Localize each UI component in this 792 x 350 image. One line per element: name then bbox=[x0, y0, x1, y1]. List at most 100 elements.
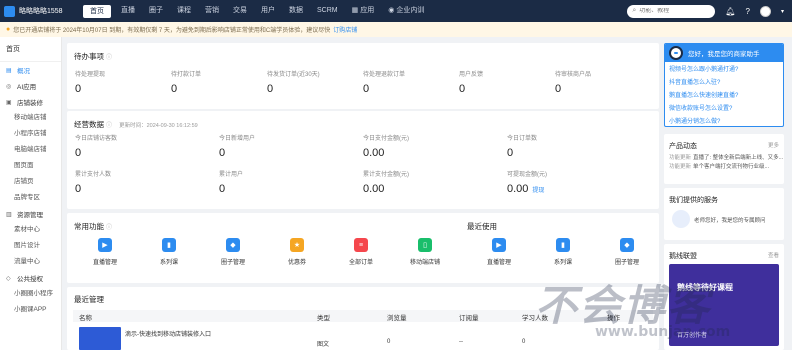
stat-label: 累计用户 bbox=[219, 172, 244, 178]
faq-link[interactable]: 视频号怎么跟小鹅通打通? bbox=[665, 64, 783, 77]
news-text: 单个客户端打交流刊物行业级... bbox=[693, 164, 770, 170]
business-stat: 累计用户 0 bbox=[219, 169, 243, 195]
avatar[interactable] bbox=[759, 5, 771, 17]
help-icon[interactable]: ? bbox=[746, 7, 750, 16]
search-input[interactable] bbox=[639, 8, 710, 14]
nav-item-4[interactable]: 营销 bbox=[198, 0, 226, 22]
brand[interactable]: 略略略略1558 bbox=[0, 5, 80, 17]
sidebar-subitem[interactable]: 电脑端店铺 bbox=[0, 142, 61, 158]
product-news-card: 产品动态 更多 功能更新 直播了: 整体全新后端新上线、又多... 功能更新 单个客户… bbox=[664, 134, 784, 184]
sidebar-subitem[interactable]: 品牌专区 bbox=[0, 190, 61, 206]
tool-live[interactable]: ▶ 直播管理 bbox=[467, 238, 531, 266]
stat-value: 0 bbox=[267, 83, 274, 95]
group-icon: ◆ bbox=[620, 238, 634, 252]
tool-group[interactable]: ◆ 圈子管理 bbox=[201, 238, 265, 266]
sidebar-subitem[interactable]: 小圈圈小程序 bbox=[0, 286, 61, 302]
nav-item-8[interactable]: SCRM bbox=[310, 0, 345, 22]
nav-item-5[interactable]: 交易 bbox=[226, 0, 254, 22]
tool-coupon[interactable]: ★ 优惠券 bbox=[265, 238, 329, 266]
nav-label: 企业内训 bbox=[396, 7, 425, 14]
todo-stat[interactable]: 待发货订单(近30天) 0 bbox=[267, 69, 320, 95]
todo-title: 待办事项 bbox=[74, 52, 104, 61]
faq-link[interactable]: 微信收款账号怎么设置? bbox=[665, 103, 783, 116]
nav-item-3[interactable]: 课程 bbox=[170, 0, 198, 22]
business-stat: 今日店铺访客数 0 bbox=[75, 133, 117, 159]
assistant-panel: 您好，我是您的商家助手 视频号怎么跟小鹅通打通? 抖音直播怎么入驻? 鹅直播怎么快速… bbox=[664, 43, 784, 127]
nav-item-9[interactable]: ▦ 应用 bbox=[345, 0, 382, 22]
tool-label: 系列课 bbox=[159, 260, 178, 266]
table-column-header: 订阅量 bbox=[459, 315, 479, 322]
help-circle-icon[interactable]: ⓘ bbox=[106, 225, 112, 231]
stat-number: 0 bbox=[75, 183, 82, 195]
school-more-link[interactable]: 查看 bbox=[768, 251, 779, 259]
sidebar-subitem[interactable]: 流量中心 bbox=[0, 254, 61, 270]
news-item[interactable]: 功能更新 直播了: 整体全新后端新上线、又多... bbox=[664, 154, 784, 163]
stat-label: 累计支付金额(元) bbox=[363, 172, 409, 178]
nav-item-0[interactable]: 首页 bbox=[83, 4, 111, 18]
sidebar-item-1[interactable]: ◎ AI应用 bbox=[0, 78, 61, 94]
watermark-url: www.bunjan.com bbox=[595, 324, 731, 340]
nav-item-10[interactable]: ◉ 企业内训 bbox=[381, 0, 431, 22]
grid-icon: ▦ bbox=[351, 7, 359, 14]
sidebar-subitem[interactable]: 小圈课APP bbox=[0, 302, 61, 318]
search-box[interactable]: ⌕ bbox=[627, 4, 716, 18]
chevron-down-icon[interactable]: ▾ bbox=[781, 8, 784, 15]
nav-label: 课程 bbox=[177, 7, 191, 14]
nav-item-7[interactable]: 数据 bbox=[282, 0, 310, 22]
stat-number: 0 bbox=[75, 147, 82, 159]
sidebar-home[interactable]: 首页 bbox=[0, 37, 61, 62]
sidebar-subitem[interactable]: 图页面 bbox=[0, 158, 61, 174]
faq-link[interactable]: 鹅直播怎么快速创建直播? bbox=[665, 90, 783, 103]
sidebar-item-3[interactable]: ▥ 资源管理 bbox=[0, 206, 61, 222]
todo-stat[interactable]: 待处理提现 0 bbox=[75, 69, 105, 95]
faq-link[interactable]: 小鹅通分销怎么做? bbox=[665, 116, 783, 126]
phone-icon: ▯ bbox=[418, 238, 432, 252]
tool-label: 系列课 bbox=[553, 260, 572, 266]
sidebar-item-2[interactable]: ▣ 店铺装修 bbox=[0, 94, 61, 110]
stat-label: 累计支付人数 bbox=[75, 172, 112, 178]
nav-item-6[interactable]: 用户 bbox=[254, 0, 282, 22]
nav-item-2[interactable]: 圈子 bbox=[142, 0, 170, 22]
news-item[interactable]: 功能更新 单个客户端打交流刊物行业级... bbox=[664, 163, 784, 172]
help-circle-icon[interactable]: ⓘ bbox=[106, 123, 112, 129]
withdraw-link[interactable]: 提现 bbox=[532, 188, 544, 194]
product-title: 产品动态 bbox=[669, 143, 697, 150]
todo-stat[interactable]: 待处理退款订单 0 bbox=[363, 69, 405, 95]
sidebar-subitem[interactable]: 素材中心 bbox=[0, 222, 61, 238]
nav-item-1[interactable]: 直播 bbox=[114, 0, 142, 22]
faq-link[interactable]: 抖音直播怎么入驻? bbox=[665, 77, 783, 90]
search-icon: ⌕ bbox=[632, 7, 637, 14]
nav-label: 交易 bbox=[233, 7, 247, 14]
stat-value: 0 bbox=[75, 183, 111, 195]
sidebar-item-4[interactable]: ◇ 公共授权 bbox=[0, 270, 61, 286]
coupon-icon: ★ bbox=[290, 238, 304, 252]
sidebar-subitem[interactable]: 移动端店铺 bbox=[0, 110, 61, 126]
bell-icon[interactable]: 🔔︎ bbox=[725, 7, 735, 16]
sidebar-subitem[interactable]: 图片设计 bbox=[0, 238, 61, 254]
notice-text: 您已开通店铺将于 2024年10月07日 到期，有效期仅剩 7 天，为避免到期后… bbox=[13, 28, 331, 34]
tool-order[interactable]: ≡ 全部订单 bbox=[329, 238, 393, 266]
stat-value: 0 bbox=[75, 147, 117, 159]
user-icon: ◉ bbox=[388, 7, 395, 14]
todo-stat[interactable]: 待审核商户品 0 bbox=[555, 69, 591, 95]
sidebar-subitem[interactable]: 店铺页 bbox=[0, 174, 61, 190]
tool-book[interactable]: ▮ 系列课 bbox=[137, 238, 201, 266]
order-store-link[interactable]: 订购店铺 bbox=[333, 25, 357, 34]
sidebar-subitem[interactable]: 小程序店铺 bbox=[0, 126, 61, 142]
stat-label: 待发货订单(近30天) bbox=[267, 72, 320, 78]
help-circle-icon[interactable]: ⓘ bbox=[106, 55, 112, 61]
product-more-link[interactable]: 更多 bbox=[768, 141, 779, 149]
live-icon: ▶ bbox=[98, 238, 112, 252]
services-card: 我们提供的服务 老师您好，我是您的专属顾问 bbox=[664, 188, 784, 240]
live-icon: ▶ bbox=[492, 238, 506, 252]
todo-stat[interactable]: 待打款订单 0 bbox=[171, 69, 201, 95]
tool-live[interactable]: ▶ 直播管理 bbox=[73, 238, 137, 266]
tool-group[interactable]: ◆ 圈子管理 bbox=[595, 238, 659, 266]
tool-book[interactable]: ▮ 系列课 bbox=[531, 238, 595, 266]
stat-value: 0.00 bbox=[363, 147, 409, 159]
services-text: 老师您好，我是您的专属顾问 bbox=[694, 218, 766, 224]
todo-card: 待办事项 ⓘ 待处理提现 0 待打款订单 0 待发货订单(近30天) 0 待处理退款订单 0 用户… bbox=[67, 43, 659, 109]
tool-phone[interactable]: ▯ 移动端店铺 bbox=[393, 238, 457, 266]
sidebar-item-0[interactable]: ▤ 概况 bbox=[0, 62, 61, 78]
todo-stat[interactable]: 用户反馈 0 bbox=[459, 69, 483, 95]
